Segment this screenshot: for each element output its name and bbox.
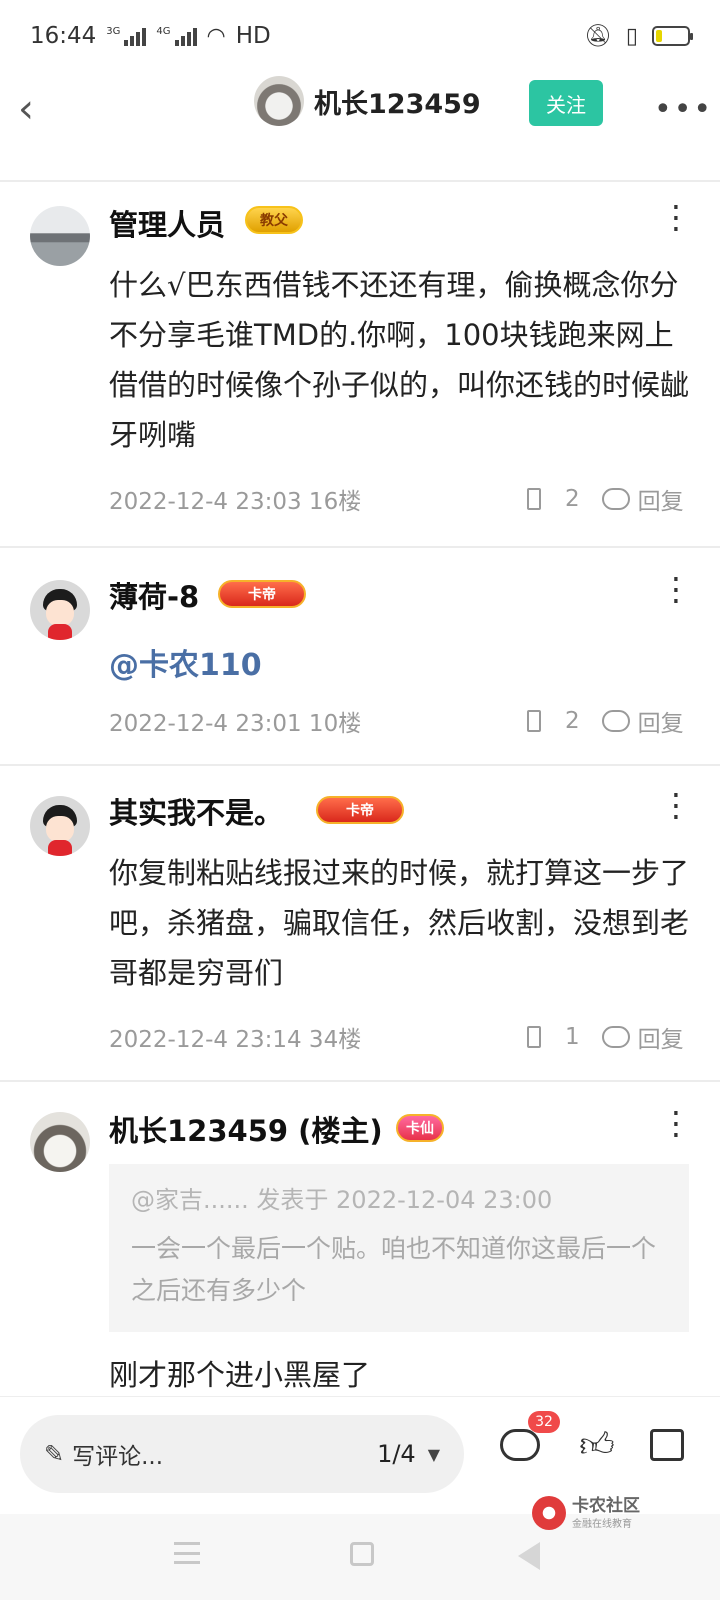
like-count: 1 — [565, 1024, 580, 1050]
thumbs-up-icon[interactable]: 👍︎ — [571, 1419, 623, 1471]
like-count: 2 — [565, 486, 580, 512]
battery-icon — [652, 26, 693, 46]
more-icon[interactable]: ••• — [654, 92, 713, 127]
avatar[interactable] — [30, 580, 90, 640]
kebab-menu-icon[interactable]: ⋮ — [660, 201, 692, 233]
comment-meta: 2022-12-4 23:14 34楼 — [109, 1027, 362, 1053]
commenter-name[interactable]: 机长123459 (楼主) — [109, 1108, 383, 1150]
reply-button[interactable]: 回复 — [638, 704, 684, 738]
top-nav: ‹ 机长123459 关注 ••• — [0, 72, 720, 176]
like-icon[interactable] — [527, 1026, 541, 1048]
divider — [0, 764, 720, 766]
kebab-menu-icon[interactable]: ⋮ — [660, 789, 692, 821]
kanong-logo-icon — [532, 1496, 566, 1530]
avatar[interactable] — [30, 796, 90, 856]
avatar[interactable] — [30, 206, 90, 266]
comment-actions: 1 回复 — [527, 1020, 684, 1054]
header-divider — [0, 180, 720, 182]
comment-meta: 2022-12-4 23:01 10楼 — [109, 711, 362, 737]
commenter-name[interactable]: 其实我不是。 — [109, 790, 283, 832]
back-triangle-icon[interactable] — [518, 1542, 540, 1570]
rank-badge: 卡帝 — [316, 796, 404, 824]
clock: 16:44 — [30, 23, 97, 49]
write-comment-placeholder: 写评论... — [72, 1444, 164, 1470]
reply-icon[interactable] — [601, 1026, 630, 1048]
hd-label: HD — [235, 23, 271, 49]
watermark-title: 卡农社区 — [572, 1495, 640, 1516]
kebab-menu-icon[interactable]: ⋮ — [660, 1107, 692, 1139]
author-avatar[interactable] — [254, 76, 304, 126]
write-comment-input[interactable]: ✎ 写评论... 1/4 ▼ — [20, 1415, 464, 1493]
comment-text: 你复制粘贴线报过来的时候，就打算这一步了吧，杀猪盘，骗取信任，然后收割，没想到老… — [109, 856, 690, 990]
comment-actions: 2 回复 — [527, 482, 684, 516]
like-icon[interactable] — [527, 710, 541, 732]
comment-count-badge: 32 — [528, 1411, 560, 1433]
reply-button[interactable]: 回复 — [638, 482, 684, 516]
rank-badge: 卡仙 — [396, 1114, 444, 1142]
commenter-name[interactable]: 薄荷-8 — [109, 574, 199, 616]
wifi-icon: ◠ — [206, 23, 226, 49]
vibrate-icon: ▯ — [625, 23, 638, 49]
divider — [0, 546, 720, 548]
like-count: 2 — [565, 708, 580, 734]
author-info[interactable]: 机长123459 — [254, 76, 481, 126]
quote-body: 一会一个最后一个贴。咱也不知道你这最后一个之后还有多少个 — [131, 1234, 657, 1305]
kebab-menu-icon[interactable]: ⋮ — [660, 573, 692, 605]
share-icon[interactable] — [641, 1419, 693, 1471]
mute-icon: 🔕︎ — [583, 23, 612, 49]
rank-badge: 教父 — [245, 206, 303, 234]
reply-icon[interactable] — [601, 488, 630, 510]
watermark: 卡农社区 金融在线教育 — [532, 1496, 640, 1530]
signal-icon: 3G — [106, 26, 147, 46]
menu-icon[interactable] — [174, 1542, 200, 1564]
quote-header: @家吉...... 发表于 2022-12-04 23:00 — [131, 1186, 553, 1214]
page-indicator[interactable]: 1/4 — [377, 1440, 416, 1468]
follow-button[interactable]: 关注 — [529, 80, 603, 126]
comment-text: 什么√巴东西借钱不还还有理，偷换概念你分不分享毛谁TMD的.你啊，100块钱跑来… — [109, 268, 690, 452]
comment-text: 刚才那个进小黑屋了 — [109, 1358, 371, 1392]
mention-link[interactable]: @卡农110 — [109, 640, 262, 684]
comment-actions: 2 回复 — [527, 704, 684, 738]
reply-button[interactable]: 回复 — [638, 1020, 684, 1054]
author-name[interactable]: 机长123459 — [314, 82, 481, 121]
signal-icon: 4G — [156, 26, 197, 46]
quoted-reply[interactable]: @家吉...... 发表于 2022-12-04 23:00 一会一个最后一个贴… — [109, 1164, 689, 1332]
comment-meta: 2022-12-4 23:03 16楼 — [109, 489, 362, 515]
divider — [0, 1080, 720, 1082]
watermark-subtitle: 金融在线教育 — [572, 1518, 632, 1530]
post-detail-screen: 16:44 3G 4G ◠ HD 🔕︎ ▯ ‹ 机长123459 关注 ••• … — [0, 0, 720, 1600]
rank-badge: 卡帝 — [218, 580, 306, 608]
pen-icon: ✎ — [44, 1440, 65, 1468]
back-arrow-icon[interactable]: ‹ — [18, 84, 58, 134]
like-icon[interactable] — [527, 488, 541, 510]
commenter-name[interactable]: 管理人员 — [109, 202, 225, 244]
reply-icon[interactable] — [601, 710, 630, 732]
home-icon[interactable] — [350, 1542, 374, 1566]
status-bar: 16:44 3G 4G ◠ HD 🔕︎ ▯ — [0, 0, 720, 72]
caret-down-icon[interactable]: ▼ — [428, 1445, 440, 1464]
avatar[interactable] — [30, 1112, 90, 1172]
